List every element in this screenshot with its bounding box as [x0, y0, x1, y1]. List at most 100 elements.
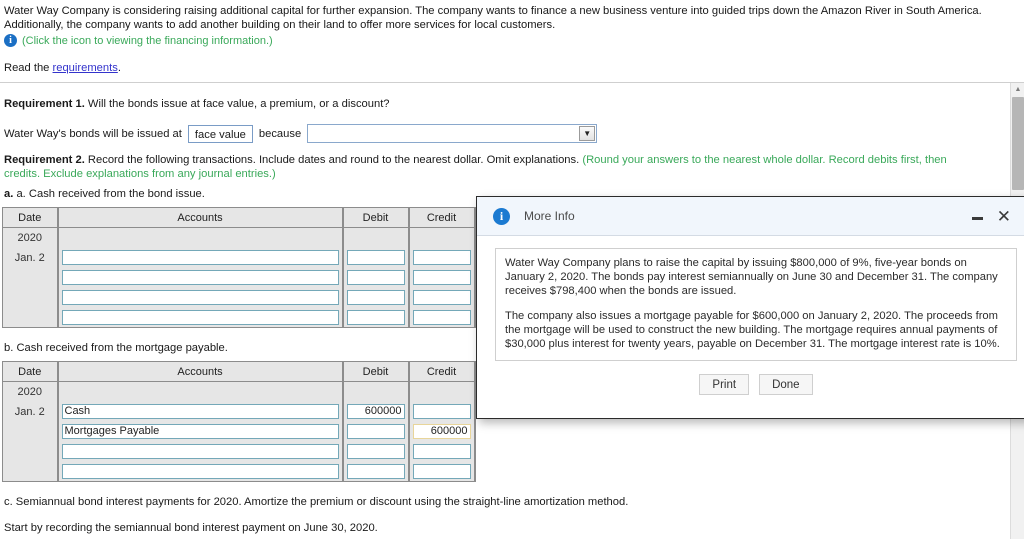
done-button[interactable]: Done	[759, 374, 813, 395]
cell-accounts[interactable]: Cash	[57, 401, 344, 422]
spacer-credit-a	[408, 227, 476, 248]
info-icon: i	[493, 207, 510, 225]
issue-sentence-mid: because	[258, 127, 302, 140]
debit-input[interactable]	[346, 424, 405, 439]
table-row	[2, 287, 476, 308]
credit-input[interactable]	[412, 444, 471, 459]
debit-input[interactable]	[346, 250, 405, 265]
account-input[interactable]: Cash	[61, 404, 339, 419]
cell-debit[interactable]	[342, 441, 410, 462]
date-cell-blank	[2, 307, 59, 328]
cell-credit[interactable]	[408, 287, 476, 308]
debit-input[interactable]	[346, 309, 405, 325]
cell-debit[interactable]	[342, 287, 410, 308]
col-header-date: Date	[2, 207, 59, 228]
info-paragraph-bonds: Water Way Company plans to raise the cap…	[505, 257, 998, 297]
spacer-debit-a	[342, 227, 410, 248]
spacer-debit-b	[342, 381, 410, 402]
debit-input[interactable]	[346, 290, 405, 305]
debit-input[interactable]: 600000	[346, 404, 405, 419]
date-cell-blank	[2, 421, 59, 442]
requirements-link[interactable]: requirements	[53, 62, 118, 74]
table-row	[2, 267, 476, 288]
info-icon[interactable]: i	[4, 34, 17, 47]
cell-debit[interactable]: 600000	[342, 401, 410, 422]
part-c-followup: Start by recording the semiannual bond i…	[4, 521, 378, 535]
cell-debit[interactable]	[342, 421, 410, 442]
date-cell-blank	[2, 267, 59, 288]
print-button[interactable]: Print	[699, 374, 750, 395]
part-c-label: c. Semiannual bond interest payments for…	[4, 495, 628, 509]
account-input[interactable]	[61, 250, 339, 265]
issue-value-field[interactable]: face value	[187, 124, 253, 143]
account-input[interactable]	[61, 290, 339, 305]
credit-input[interactable]	[412, 270, 471, 285]
col-header-accounts: Accounts	[57, 207, 344, 228]
part-a-label: a. a. Cash received from the bond issue. …	[4, 188, 205, 200]
requirement-1-text: Will the bonds issue at face value, a pr…	[84, 98, 390, 110]
cell-accounts[interactable]	[57, 441, 344, 462]
financing-info-note: (Click the icon to viewing the financing…	[22, 34, 273, 47]
account-input[interactable]	[61, 463, 339, 479]
account-input[interactable]	[61, 270, 339, 285]
credit-input[interactable]	[412, 404, 471, 419]
intro-paragraph: Water Way Company is considering raising…	[4, 4, 1004, 34]
financing-info-iconline[interactable]: i (Click the icon to viewing the financi…	[4, 34, 273, 47]
close-icon[interactable]: ✕	[997, 208, 1011, 225]
cell-credit[interactable]	[408, 441, 476, 462]
cell-accounts[interactable]	[57, 287, 344, 308]
dialog-footer: Print Done	[495, 374, 1017, 395]
part-c-caption: c. Semiannual bond interest payments for…	[4, 496, 629, 508]
scrollbar-thumb[interactable]	[1012, 97, 1024, 190]
cell-credit[interactable]: 600000	[408, 421, 476, 442]
col-header-date: Date	[2, 361, 59, 382]
debit-input[interactable]	[346, 463, 405, 479]
cell-credit[interactable]	[408, 307, 476, 328]
minimize-icon[interactable]	[971, 217, 983, 220]
date-cell-blank	[2, 287, 59, 308]
minimize-button[interactable]	[971, 212, 983, 220]
dialog-title: More Info	[524, 209, 575, 223]
credit-input[interactable]	[412, 250, 471, 265]
cell-debit[interactable]	[342, 247, 410, 268]
cell-accounts[interactable]: Mortgages Payable	[57, 421, 344, 442]
cell-accounts[interactable]	[57, 461, 344, 482]
account-input[interactable]	[61, 309, 339, 325]
more-info-dialog: i More Info ✕ Water Way Company plans to…	[476, 196, 1024, 419]
debit-input[interactable]	[346, 444, 405, 459]
cell-accounts[interactable]	[57, 307, 344, 328]
dialog-titlebar: i More Info ✕	[477, 197, 1024, 236]
table-row: Mortgages Payable 600000	[2, 421, 476, 442]
cell-credit[interactable]	[408, 247, 476, 268]
credit-input[interactable]	[412, 290, 471, 305]
date-cell-blank	[2, 461, 59, 482]
account-input[interactable]	[61, 444, 339, 459]
reason-select[interactable]: ▼	[307, 124, 598, 143]
credit-input-focused[interactable]: 600000	[412, 424, 471, 439]
part-b-caption: b. Cash received from the mortgage payab…	[4, 342, 228, 354]
table-row: 2020	[2, 381, 476, 402]
table-row	[2, 307, 476, 328]
requirement-2-text: Record the following transactions. Inclu…	[84, 154, 583, 166]
cell-credit[interactable]	[408, 267, 476, 288]
cell-credit[interactable]	[408, 401, 476, 422]
requirement-2-label: Requirement 2.	[4, 154, 85, 166]
year-cell-a: 2020	[2, 227, 59, 248]
cell-accounts[interactable]	[57, 247, 344, 268]
col-header-credit: Credit	[408, 207, 476, 228]
day-cell-b: Jan. 2	[2, 401, 59, 422]
cell-credit[interactable]	[408, 461, 476, 482]
read-prefix: Read the	[4, 62, 53, 74]
account-input[interactable]: Mortgages Payable	[61, 424, 339, 439]
cell-debit[interactable]	[342, 267, 410, 288]
credit-input[interactable]	[412, 309, 471, 325]
cell-debit[interactable]	[342, 461, 410, 482]
credit-input[interactable]	[412, 463, 471, 479]
col-header-credit: Credit	[408, 361, 476, 382]
debit-input[interactable]	[346, 270, 405, 285]
cell-debit[interactable]	[342, 307, 410, 328]
cell-accounts[interactable]	[57, 267, 344, 288]
chevron-down-icon[interactable]: ▼	[579, 126, 596, 141]
scroll-up-arrow-icon[interactable]: ▲	[1011, 83, 1024, 96]
part-c-followup-text: Start by recording the semiannual bond i…	[4, 522, 378, 534]
